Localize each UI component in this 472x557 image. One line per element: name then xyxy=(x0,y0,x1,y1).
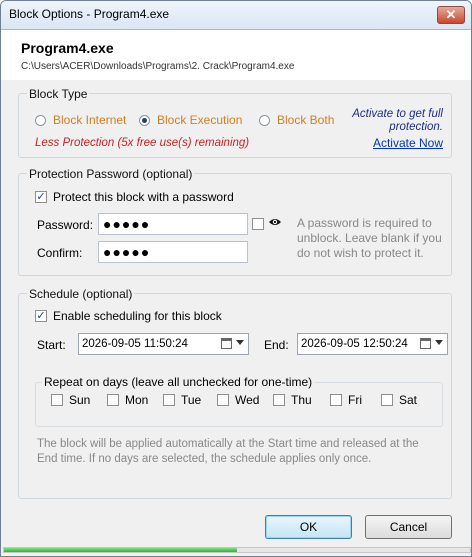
protect-password-label[interactable]: Protect this block with a password xyxy=(53,190,234,204)
day-label-tue[interactable]: Tue xyxy=(181,393,201,407)
progress-bar xyxy=(3,547,471,553)
calendar-icon[interactable] xyxy=(221,338,232,349)
password-help-line-2: unblock. Leave blank if you xyxy=(297,231,442,245)
radio-block-both[interactable] xyxy=(259,115,270,126)
start-datetime-picker[interactable]: 2026-09-05 11:50:24 xyxy=(78,333,249,355)
start-datetime-value: 2026-09-05 11:50:24 xyxy=(82,338,188,350)
end-datetime-value: 2026-09-05 12:50:24 xyxy=(301,338,408,350)
block-options-window: Block Options - Program4.exe ✕ Program4.… xyxy=(0,0,472,557)
day-label-fri[interactable]: Fri xyxy=(348,393,362,407)
show-password-checkbox[interactable] xyxy=(252,218,264,230)
program-header: Program4.exe C:\Users\ACER\Downloads\Pro… xyxy=(1,30,471,80)
password-field[interactable]: ●●●●● xyxy=(98,213,248,235)
chevron-down-icon[interactable] xyxy=(435,340,443,345)
calendar-icon[interactable] xyxy=(420,338,431,349)
protection-password-group: Protection Password (optional) ✓ Protect… xyxy=(18,167,452,276)
close-button[interactable]: ✕ xyxy=(437,6,465,24)
password-help-line-3: do not wish to protect it. xyxy=(297,246,424,260)
day-checkbox-tue[interactable] xyxy=(163,394,175,406)
ok-button[interactable]: OK xyxy=(265,515,352,539)
day-checkbox-sun[interactable] xyxy=(51,394,63,406)
confirm-password-field[interactable]: ●●●●● xyxy=(98,241,248,263)
activate-now-link[interactable]: Activate Now xyxy=(373,136,443,150)
program-name: Program4.exe xyxy=(21,40,114,56)
program-path: C:\Users\ACER\Downloads\Programs\2. Crac… xyxy=(21,61,295,72)
activate-promo-line-1: Activate to get full xyxy=(352,108,443,120)
confirm-label: Confirm: xyxy=(37,246,83,260)
day-checkbox-wed[interactable] xyxy=(217,394,229,406)
eye-icon[interactable] xyxy=(268,215,282,232)
schedule-note-line-1: The block will be applied automatically … xyxy=(37,438,419,450)
protection-legend: Protection Password (optional) xyxy=(27,167,195,181)
radio-block-internet[interactable] xyxy=(35,115,46,126)
block-internet-label[interactable]: Block Internet xyxy=(53,113,126,127)
repeat-days-group: Repeat on days (leave all unchecked for … xyxy=(35,375,443,427)
enable-scheduling-label[interactable]: Enable scheduling for this block xyxy=(53,309,222,323)
protection-warning: Less Protection (5x free use(s) remainin… xyxy=(35,137,250,149)
enable-scheduling-checkbox[interactable]: ✓ xyxy=(35,310,47,322)
day-label-mon[interactable]: Mon xyxy=(125,393,148,407)
end-label: End: xyxy=(264,338,289,352)
cancel-button[interactable]: Cancel xyxy=(365,515,452,539)
schedule-note-line-2: End time. If no days are selected, the s… xyxy=(37,453,372,465)
close-icon: ✕ xyxy=(445,7,457,22)
schedule-group: Schedule (optional) ✓ Enable scheduling … xyxy=(18,287,452,499)
start-label: Start: xyxy=(37,338,66,352)
day-label-sun[interactable]: Sun xyxy=(69,393,90,407)
password-help-line-1: A password is required to xyxy=(297,216,432,230)
block-type-group: Block Type Block Internet Block Executio… xyxy=(18,87,452,158)
schedule-legend: Schedule (optional) xyxy=(27,287,135,301)
day-checkbox-thu[interactable] xyxy=(273,394,285,406)
end-datetime-picker[interactable]: 2026-09-05 12:50:24 xyxy=(297,333,448,355)
day-label-wed[interactable]: Wed xyxy=(235,393,259,407)
protect-password-checkbox[interactable]: ✓ xyxy=(35,191,47,203)
day-label-thu[interactable]: Thu xyxy=(291,393,312,407)
day-checkbox-mon[interactable] xyxy=(107,394,119,406)
block-execution-label[interactable]: Block Execution xyxy=(157,113,242,127)
window-title: Block Options - Program4.exe xyxy=(9,7,170,21)
repeat-days-legend: Repeat on days (leave all unchecked for … xyxy=(42,375,315,389)
day-checkbox-fri[interactable] xyxy=(330,394,342,406)
schedule-note: The block will be applied automatically … xyxy=(37,437,419,467)
day-label-sat[interactable]: Sat xyxy=(399,393,417,407)
block-type-legend: Block Type xyxy=(27,87,90,101)
block-both-label[interactable]: Block Both xyxy=(277,113,334,127)
radio-block-execution[interactable] xyxy=(139,115,150,126)
activate-promo-line-2: protection. xyxy=(389,121,443,133)
chevron-down-icon[interactable] xyxy=(236,340,244,345)
password-label: Password: xyxy=(37,218,94,232)
progress-fill xyxy=(4,548,237,552)
title-bar[interactable]: Block Options - Program4.exe ✕ xyxy=(1,1,471,30)
status-bar xyxy=(1,542,471,556)
day-checkbox-sat[interactable] xyxy=(381,394,393,406)
password-help-text: A password is required to unblock. Leave… xyxy=(297,216,442,261)
